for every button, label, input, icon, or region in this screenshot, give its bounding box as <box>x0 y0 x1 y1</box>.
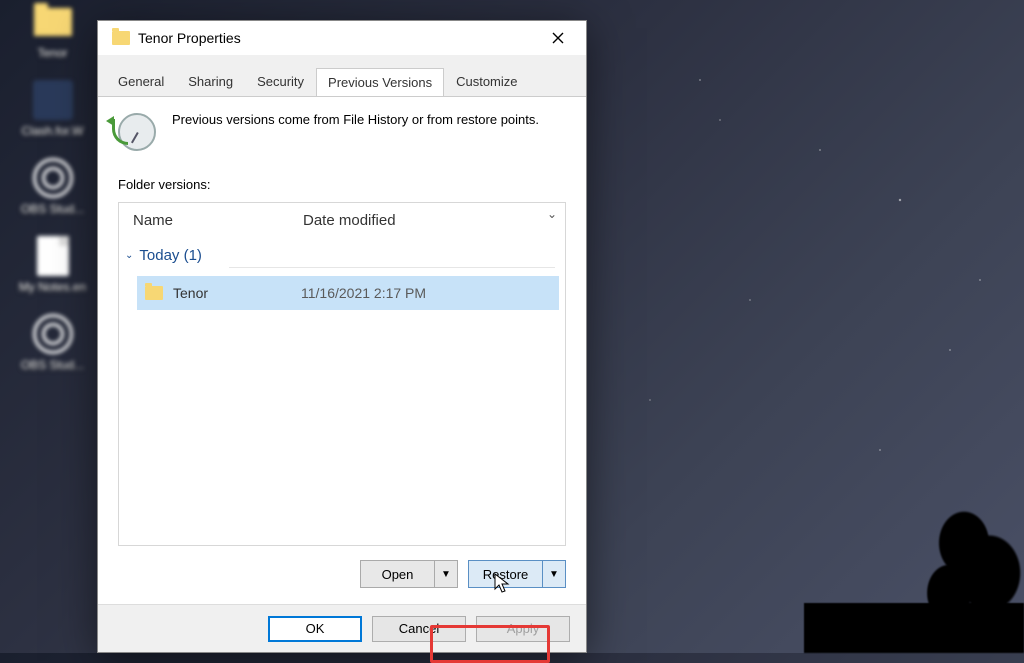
desktop-icon-obs2[interactable]: OBS Stud... <box>10 314 95 372</box>
titlebar[interactable]: Tenor Properties <box>98 21 586 55</box>
list-header: Name Date modified ⌄ <box>119 203 565 237</box>
column-date[interactable]: Date modified <box>289 212 565 229</box>
restore-dropdown[interactable]: ▼ <box>543 561 565 587</box>
open-split-button[interactable]: Open ▼ <box>360 560 458 588</box>
open-dropdown[interactable]: ▼ <box>435 561 457 587</box>
obs-icon <box>33 314 73 354</box>
folder-versions-label: Folder versions: <box>118 177 566 192</box>
document-icon <box>37 236 69 276</box>
versions-list[interactable]: Name Date modified ⌄ ⌄ Today (1) Tenor 1… <box>118 202 566 546</box>
action-row: Open ▼ Restore ▼ <box>118 560 566 588</box>
tab-customize[interactable]: Customize <box>444 67 529 96</box>
chevron-down-icon: ⌄ <box>547 207 557 221</box>
cancel-button[interactable]: Cancel <box>372 616 466 642</box>
desktop-icon-label: Tenor <box>37 46 67 60</box>
divider <box>229 267 555 268</box>
tab-strip: General Sharing Security Previous Versio… <box>98 55 586 96</box>
hint-row: Previous versions come from File History… <box>118 111 566 151</box>
desktop-icons: Tenor Clash.for.W OBS Stud... My Notes.e… <box>10 0 95 372</box>
desktop-icon-obs1[interactable]: OBS Stud... <box>10 158 95 216</box>
folder-icon <box>145 286 163 300</box>
ok-button[interactable]: OK <box>268 616 362 642</box>
desktop-icon-clash[interactable]: Clash.for.W <box>10 80 95 138</box>
open-button-label: Open <box>361 561 435 587</box>
restore-split-button[interactable]: Restore ▼ <box>468 560 566 588</box>
app-icon <box>33 80 73 120</box>
version-item[interactable]: Tenor 11/16/2021 2:17 PM <box>137 276 559 310</box>
desktop-icon-label: Clash.for.W <box>21 124 83 138</box>
item-date: 11/16/2021 2:17 PM <box>301 285 426 301</box>
item-name: Tenor <box>173 285 301 301</box>
close-icon <box>552 32 564 44</box>
restore-clock-icon <box>118 113 156 151</box>
group-label: Today (1) <box>139 247 202 264</box>
desktop-icon-notes[interactable]: My Notes.en <box>10 236 95 294</box>
tab-body: Previous versions come from File History… <box>98 96 586 604</box>
folder-icon <box>34 8 72 36</box>
restore-button-label: Restore <box>469 561 543 587</box>
desktop-icon-label: OBS Stud... <box>21 358 84 372</box>
tab-sharing[interactable]: Sharing <box>176 67 245 96</box>
tab-general[interactable]: General <box>106 67 176 96</box>
obs-icon <box>33 158 73 198</box>
desktop-icon-label: My Notes.en <box>19 280 86 294</box>
tab-security[interactable]: Security <box>245 67 316 96</box>
desktop-icon-tenor[interactable]: Tenor <box>10 2 95 60</box>
column-name[interactable]: Name <box>119 212 289 229</box>
tab-previous-versions[interactable]: Previous Versions <box>316 68 444 97</box>
properties-dialog: Tenor Properties General Sharing Securit… <box>97 20 587 653</box>
folder-icon <box>112 31 130 45</box>
chevron-down-icon: ⌄ <box>125 250 133 261</box>
close-button[interactable] <box>535 23 580 53</box>
apply-button: Apply <box>476 616 570 642</box>
desktop-icon-label: OBS Stud... <box>21 202 84 216</box>
hint-text: Previous versions come from File History… <box>172 111 539 130</box>
dialog-footer: OK Cancel Apply <box>98 604 586 652</box>
dialog-title: Tenor Properties <box>138 30 535 46</box>
